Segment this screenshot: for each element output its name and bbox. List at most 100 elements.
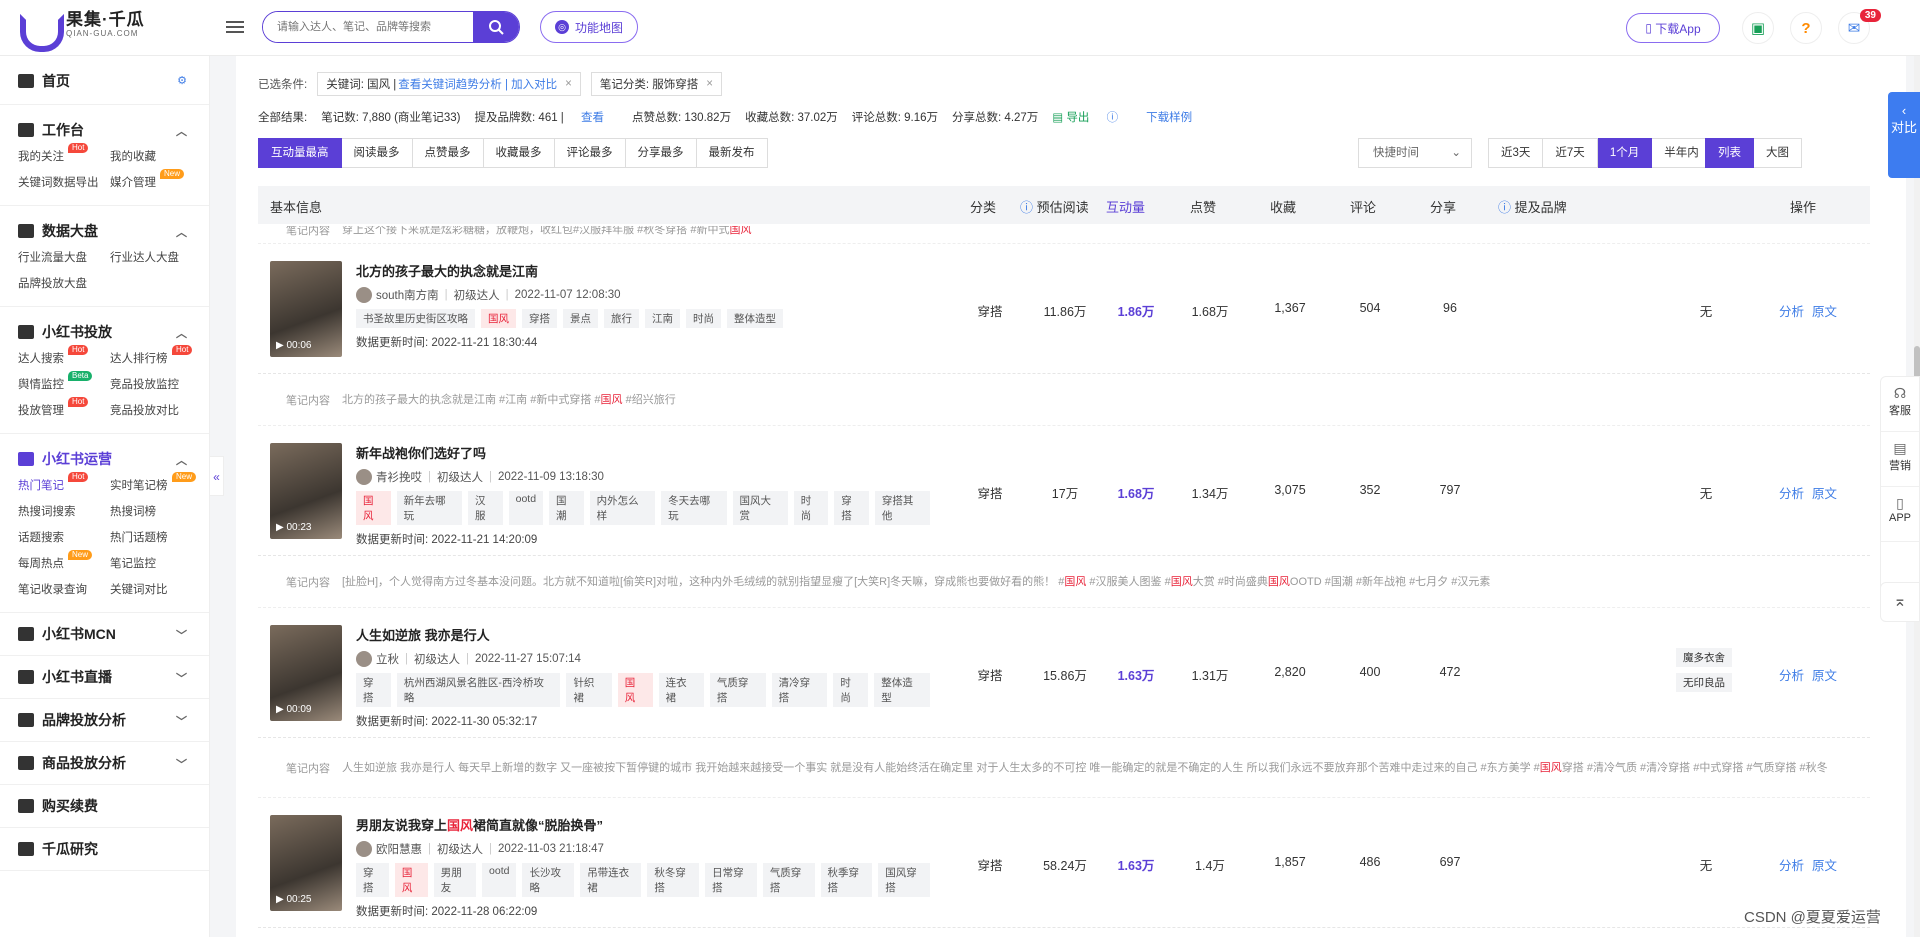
note-title[interactable]: 新年战袍你们选好了吗 xyxy=(356,443,936,463)
table-row[interactable]: ▶ 00:06 北方的孩子最大的执念就是江南 south南方南 | 初级达人 | 2022-… xyxy=(258,244,1870,374)
sidebar-item[interactable]: 舆情监控 Beta xyxy=(18,371,110,395)
author-name[interactable]: south南方南 xyxy=(376,287,439,303)
back-to-top-button[interactable]: ⌅ xyxy=(1880,582,1920,622)
analyze-link[interactable]: 分析 xyxy=(1779,669,1804,683)
filter-chip-keyword[interactable]: 关键词: 国风 | 查看关键词趋势分析 | 加入对比 × xyxy=(317,72,581,96)
author-name[interactable]: 欧阳慧惠 xyxy=(376,841,422,857)
sidebar-item[interactable]: 笔记收录查询 xyxy=(18,580,110,600)
help-icon[interactable]: ? xyxy=(1790,12,1822,44)
sidebar-item[interactable]: 话题搜索 xyxy=(18,528,110,548)
brand-tag[interactable]: 魔多衣舍 xyxy=(1676,648,1732,667)
logo[interactable]: 果集·千瓜 QIAN-GUA.COM xyxy=(18,11,145,52)
sort-button[interactable]: 点赞最多 xyxy=(412,138,484,168)
sort-button[interactable]: 互动量最高 xyxy=(258,138,342,168)
sidebar-section-collapsed[interactable]: 千瓜研究 xyxy=(0,832,209,866)
trend-link[interactable]: 查看关键词趋势分析 | 加入对比 xyxy=(398,76,557,92)
sidebar-item[interactable]: 达人搜索 Hot xyxy=(18,345,110,369)
compare-tab[interactable]: ‹ 对比 xyxy=(1888,92,1920,178)
original-link[interactable]: 原文 xyxy=(1812,305,1837,319)
sidebar-section-collapsed[interactable]: 品牌投放分析 ﹀ xyxy=(0,703,209,737)
briefcase-icon[interactable]: ▣ xyxy=(1742,12,1774,44)
estimated-read-header[interactable]: ⓘ 预估阅读 xyxy=(1020,197,1089,216)
original-link[interactable]: 原文 xyxy=(1812,487,1837,501)
menu-toggle-icon[interactable] xyxy=(226,18,244,34)
note-title[interactable]: 男朋友说我穿上国风裙简直就像“脱胎换骨” xyxy=(356,815,936,835)
view-button[interactable]: 大图 xyxy=(1754,138,1802,168)
customer-service-button[interactable]: ☊ 客服 xyxy=(1881,377,1919,432)
sidebar-item[interactable]: 品牌投放大盘 xyxy=(18,274,110,294)
sidebar-item[interactable]: 关键词数据导出 xyxy=(18,173,110,193)
view-button[interactable]: 列表 xyxy=(1705,138,1754,168)
sidebar-item[interactable]: 竞品投放对比 xyxy=(110,401,202,421)
brand-tag[interactable]: 无印良品 xyxy=(1676,673,1732,692)
sidebar-item[interactable]: 行业流量大盘 xyxy=(18,248,110,268)
sort-button[interactable]: 阅读最多 xyxy=(341,138,413,168)
sidebar-item[interactable]: 媒介管理 New xyxy=(110,169,202,193)
sidebar-item[interactable]: 竞品投放监控 xyxy=(110,375,202,395)
sidebar-item[interactable]: 热门笔记 Hot xyxy=(18,472,110,496)
note-title[interactable]: 北方的孩子最大的执念就是江南 xyxy=(356,261,936,281)
range-button[interactable]: 半年内 xyxy=(1652,138,1712,168)
table-row[interactable]: ▶ 00:23 新年战袍你们选好了吗 青衫挽哎 | 初级达人 | 2022-11-09 13… xyxy=(258,426,1870,556)
settings-icon[interactable]: ⚙ xyxy=(177,74,187,87)
sort-button[interactable]: 最新发布 xyxy=(696,138,768,168)
collapse-sidebar-button[interactable]: « xyxy=(210,456,224,496)
sidebar-item[interactable]: 投放管理 Hot xyxy=(18,397,110,421)
sort-button[interactable]: 评论最多 xyxy=(554,138,626,168)
analyze-link[interactable]: 分析 xyxy=(1779,305,1804,319)
message-icon[interactable]: ✉ 39 xyxy=(1838,9,1881,44)
table-row[interactable]: ▶ 00:09 人生如逆旅 我亦是行人 立秋 | 初级达人 | 2022-11-27 15:… xyxy=(258,608,1870,738)
filter-chip-category[interactable]: 笔记分类: 服饰穿搭 × xyxy=(590,72,722,96)
note-title[interactable]: 人生如逆旅 我亦是行人 xyxy=(356,625,936,645)
view-brands-link[interactable]: 查看 xyxy=(581,112,604,124)
sidebar-item[interactable]: 笔记监控 xyxy=(110,554,202,574)
export-button[interactable]: ▤ 导出 ⓘ xyxy=(1052,109,1132,125)
sidebar-section[interactable]: 小红书运营 ︿ xyxy=(0,442,209,476)
analyze-link[interactable]: 分析 xyxy=(1779,859,1804,873)
search-button[interactable] xyxy=(473,12,519,42)
sidebar-item[interactable]: 热搜词榜 xyxy=(110,502,202,522)
sidebar-item[interactable]: 每周热点 New xyxy=(18,550,110,574)
sidebar-item-home[interactable]: 首页 ⚙ xyxy=(0,64,209,98)
original-link[interactable]: 原文 xyxy=(1812,859,1837,873)
sidebar-section[interactable]: 工作台 ︿ xyxy=(0,113,209,147)
sidebar-section-collapsed[interactable]: 商品投放分析 ﹀ xyxy=(0,746,209,780)
download-app-button[interactable]: ▯ 下载App xyxy=(1626,13,1720,43)
sidebar-item[interactable]: 达人排行榜 Hot xyxy=(110,345,202,369)
marketing-button[interactable]: ▤ 营销 xyxy=(1881,432,1919,487)
interaction-header[interactable]: 互动量 xyxy=(1106,197,1145,216)
sidebar-section-collapsed[interactable]: 购买续费 xyxy=(0,789,209,823)
sidebar-section[interactable]: 数据大盘 ︿ xyxy=(0,214,209,248)
sidebar-section-collapsed[interactable]: 小红书直播 ﹀ xyxy=(0,660,209,694)
video-thumbnail[interactable]: ▶ 00:23 xyxy=(270,443,342,539)
search-input[interactable] xyxy=(263,12,473,42)
sidebar-section-collapsed[interactable]: 小红书MCN ﹀ xyxy=(0,617,209,651)
video-thumbnail[interactable]: ▶ 00:09 xyxy=(270,625,342,721)
quick-time-select[interactable]: 快捷时间 ⌄ xyxy=(1358,138,1472,168)
sidebar-item[interactable]: 实时笔记榜 New xyxy=(110,472,202,496)
close-icon[interactable]: × xyxy=(706,78,713,90)
table-row[interactable]: ▶ 00:25 男朋友说我穿上国风裙简直就像“脱胎换骨” 欧阳慧惠 | 初级达人 | 202… xyxy=(258,798,1870,928)
video-thumbnail[interactable]: ▶ 00:06 xyxy=(270,261,342,357)
author-name[interactable]: 青衫挽哎 xyxy=(376,469,422,485)
download-sample-link[interactable]: 下载样例 xyxy=(1146,109,1192,125)
range-button[interactable]: 近7天 xyxy=(1543,138,1598,168)
author-name[interactable]: 立秋 xyxy=(376,651,399,667)
function-map-button[interactable]: ◎ 功能地图 xyxy=(540,11,639,43)
sidebar-item[interactable]: 我的关注 Hot xyxy=(18,143,110,167)
sort-button[interactable]: 收藏最多 xyxy=(483,138,555,168)
sidebar-item[interactable]: 热搜词搜索 xyxy=(18,502,110,522)
sidebar-item[interactable]: 热门话题榜 xyxy=(110,528,202,548)
close-icon[interactable]: × xyxy=(565,78,572,90)
sidebar-item[interactable]: 我的收藏 xyxy=(110,147,202,167)
original-link[interactable]: 原文 xyxy=(1812,669,1837,683)
video-thumbnail[interactable]: ▶ 00:25 xyxy=(270,815,342,911)
sort-button[interactable]: 分享最多 xyxy=(625,138,697,168)
app-button[interactable]: ▯ APP xyxy=(1881,487,1919,542)
sidebar-item[interactable]: 行业达人大盘 xyxy=(110,248,202,268)
sidebar-item[interactable]: 关键词对比 xyxy=(110,580,202,600)
analyze-link[interactable]: 分析 xyxy=(1779,487,1804,501)
range-button[interactable]: 1个月 xyxy=(1597,138,1653,168)
range-button[interactable]: 近3天 xyxy=(1488,138,1544,168)
sidebar-section[interactable]: 小红书投放 ︿ xyxy=(0,315,209,349)
